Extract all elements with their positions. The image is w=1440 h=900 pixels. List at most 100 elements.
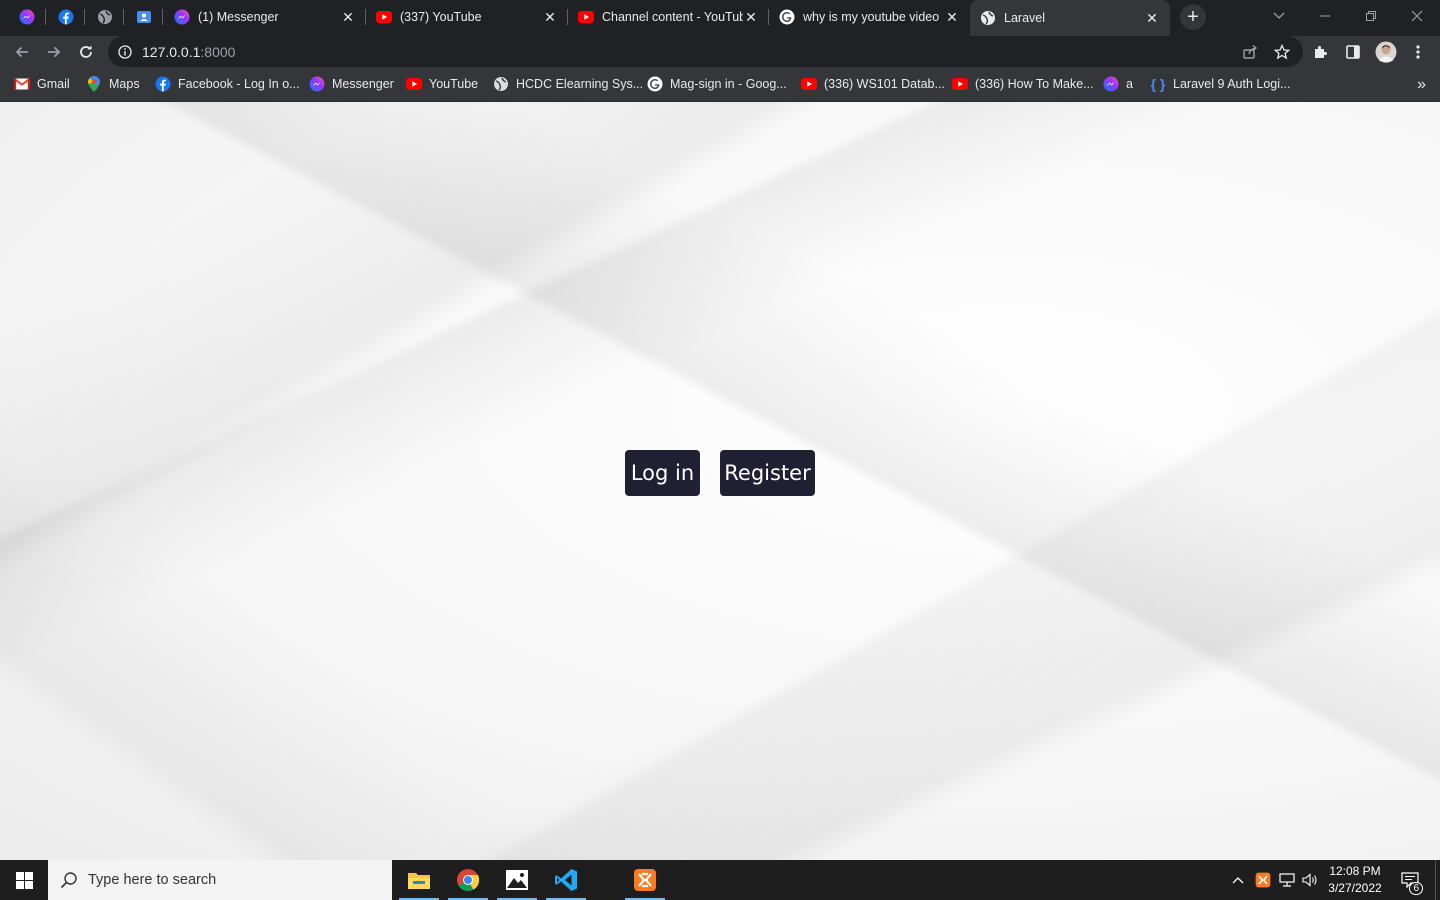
bookmark-gmail[interactable]: Gmail: [14, 74, 70, 94]
youtube-icon: [406, 76, 422, 92]
bookmark-google-signin[interactable]: Mag-sign in - Goog...: [647, 74, 787, 94]
bookmark-star-button[interactable]: [1268, 38, 1296, 66]
taskbar-search-box[interactable]: Type here to search: [48, 860, 392, 900]
bookmark-facebook[interactable]: Facebook - Log In o...: [155, 74, 300, 94]
login-button[interactable]: Log in: [625, 450, 700, 496]
close-icon: [1411, 10, 1423, 22]
tab-search-button[interactable]: [1256, 0, 1302, 32]
search-placeholder: Type here to search: [88, 872, 217, 888]
pinned-tab-messenger[interactable]: [8, 0, 46, 34]
bookmark-label: (336) WS101 Datab...: [824, 77, 945, 91]
tab-google-search[interactable]: why is my youtube video ✕: [769, 0, 970, 34]
bookmark-youtube[interactable]: YouTube: [406, 74, 478, 94]
restore-button[interactable]: [1348, 0, 1394, 32]
reload-button[interactable]: [72, 38, 100, 66]
close-icon[interactable]: ✕: [1144, 10, 1160, 26]
pinned-tab-facebook[interactable]: [47, 0, 85, 34]
bookmark-ws101[interactable]: (336) WS101 Datab...: [801, 74, 945, 94]
bookmark-how-to-make[interactable]: (336) How To Make...: [952, 74, 1094, 94]
bookmark-laravel-auth[interactable]: { } Laravel 9 Auth Logi...: [1150, 74, 1291, 94]
photos-app-icon: [506, 870, 528, 890]
close-icon[interactable]: ✕: [743, 9, 759, 25]
clock-time: 12:08 PM: [1329, 864, 1381, 878]
tab-channel-content[interactable]: Channel content - YouTube ✕: [568, 0, 769, 34]
start-button[interactable]: [0, 860, 48, 900]
bookmark-label: Laravel 9 Auth Logi...: [1173, 77, 1291, 91]
browser-toolbar: 127.0.0.1:8000: [0, 36, 1440, 68]
bookmark-messenger[interactable]: Messenger: [309, 74, 394, 94]
messenger-icon: [309, 76, 325, 92]
youtube-icon: [952, 76, 968, 92]
tray-network[interactable]: [1276, 860, 1298, 900]
close-window-button[interactable]: [1394, 0, 1440, 32]
youtube-icon: [578, 11, 594, 23]
taskbar-clock[interactable]: 12:08 PM 3/27/2022: [1322, 863, 1388, 897]
show-hidden-icons-button[interactable]: [1228, 860, 1248, 900]
tray-volume[interactable]: [1299, 860, 1321, 900]
messenger-icon: [1103, 76, 1119, 92]
tab-title: Channel content - YouTube: [602, 10, 743, 24]
info-icon[interactable]: [118, 44, 132, 59]
folder-icon: [408, 873, 430, 889]
bookmark-label: Gmail: [37, 77, 70, 91]
close-icon[interactable]: ✕: [340, 9, 356, 25]
extensions-button[interactable]: [1307, 38, 1335, 66]
brackets-icon: { }: [1150, 76, 1166, 92]
tab-title: (1) Messenger: [198, 10, 279, 24]
close-icon[interactable]: ✕: [944, 9, 960, 25]
tab-laravel-active[interactable]: Laravel ✕: [970, 0, 1170, 36]
tab-messenger[interactable]: (1) Messenger ✕: [164, 0, 366, 34]
url-host: 127.0.0.1: [142, 43, 201, 60]
reload-icon: [80, 45, 92, 58]
bookmarks-bar: Gmail Maps Facebook - Log In o... Messen…: [0, 68, 1440, 102]
forward-button[interactable]: [40, 38, 68, 66]
messenger-icon: [19, 9, 35, 25]
photos-icon: [137, 11, 151, 23]
taskbar-photos[interactable]: [493, 860, 541, 900]
windows-icon: [15, 871, 33, 889]
google-icon: [779, 9, 795, 25]
side-panel-icon: [1346, 45, 1360, 59]
notification-center-button[interactable]: 6: [1394, 860, 1426, 900]
bookmark-a[interactable]: a: [1103, 74, 1133, 94]
globe-icon: [493, 76, 509, 92]
avatar: [1375, 41, 1397, 63]
taskbar-vscode[interactable]: [542, 860, 590, 900]
new-tab-button[interactable]: +: [1180, 4, 1206, 30]
network-icon: [1279, 873, 1295, 887]
pinned-tab-photos[interactable]: [125, 0, 163, 34]
tray-xampp[interactable]: [1252, 860, 1274, 900]
profile-button[interactable]: [1372, 38, 1400, 66]
address-bar[interactable]: 127.0.0.1:8000: [108, 36, 1303, 67]
taskbar-xampp[interactable]: [621, 860, 669, 900]
notification-badge: 6: [1409, 882, 1423, 895]
volume-icon: [1302, 873, 1317, 887]
bookmark-label: Mag-sign in - Goog...: [670, 77, 787, 91]
bookmark-maps[interactable]: Maps: [86, 74, 140, 94]
show-desktop-button[interactable]: [1435, 860, 1440, 900]
tab-youtube[interactable]: (337) YouTube ✕: [366, 0, 568, 34]
bookmark-label: Facebook - Log In o...: [178, 77, 300, 91]
clock-date: 3/27/2022: [1328, 881, 1382, 895]
side-panel-button[interactable]: [1339, 38, 1367, 66]
bookmark-hcdc[interactable]: HCDC Elearning Sys...: [493, 74, 643, 94]
menu-button[interactable]: [1404, 38, 1432, 66]
search-icon: [60, 872, 77, 889]
register-button[interactable]: Register: [720, 450, 815, 496]
share-button[interactable]: [1236, 38, 1264, 66]
bookmark-label: (336) How To Make...: [975, 77, 1094, 91]
url-text[interactable]: 127.0.0.1:8000: [142, 44, 235, 60]
pinned-tab-globe[interactable]: [86, 0, 124, 34]
page-content: Log in Register: [0, 102, 1440, 860]
restore-icon: [1366, 11, 1376, 21]
taskbar-chrome[interactable]: [444, 860, 492, 900]
tab-strip: (1) Messenger ✕ (337) YouTube ✕ Channel …: [0, 0, 1440, 36]
close-icon[interactable]: ✕: [542, 9, 558, 25]
more-bookmarks-button[interactable]: »: [1417, 76, 1426, 94]
taskbar-file-explorer[interactable]: [395, 860, 443, 900]
forward-arrow-icon: [48, 46, 61, 58]
puzzle-icon: [1315, 46, 1327, 58]
tab-title: why is my youtube video: [803, 10, 940, 24]
minimize-button[interactable]: [1302, 0, 1348, 32]
back-button[interactable]: [8, 38, 36, 66]
